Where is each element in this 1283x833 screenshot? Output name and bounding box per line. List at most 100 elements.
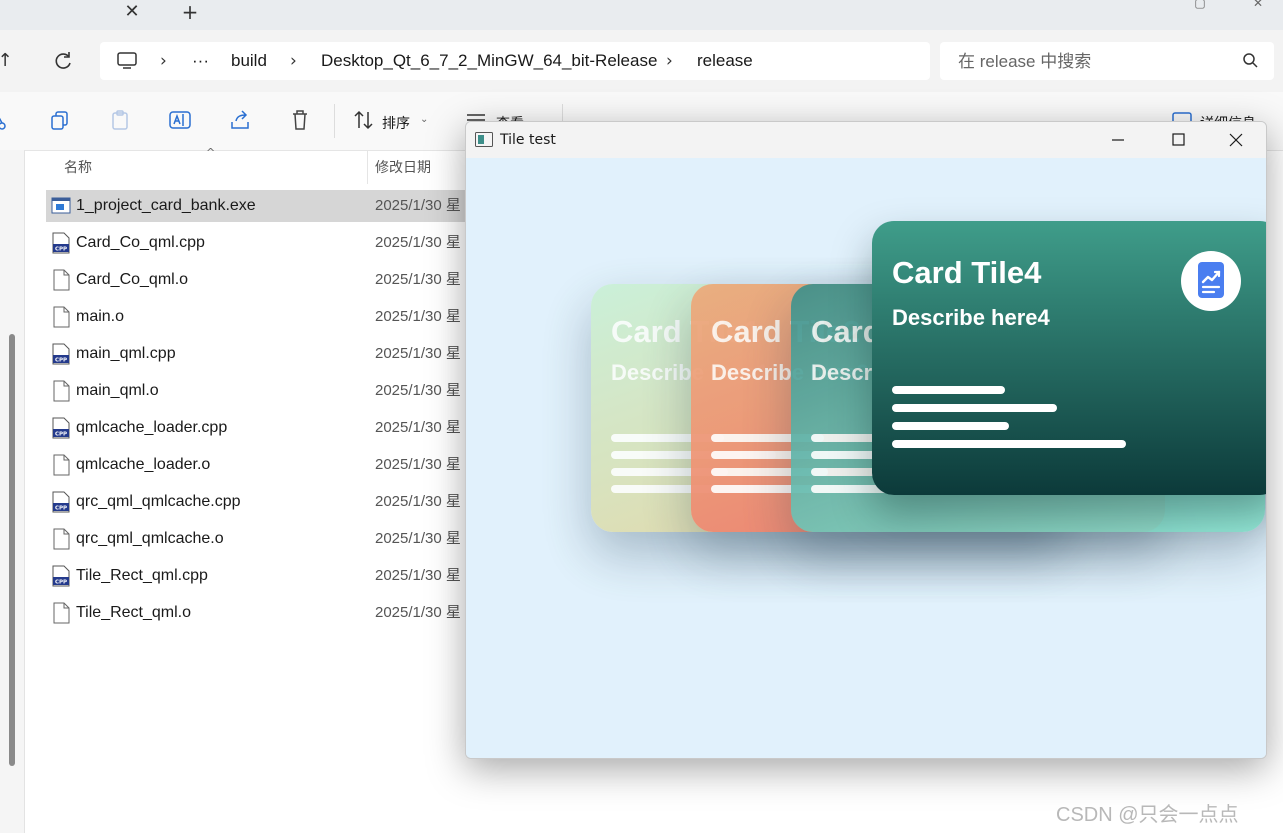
generic-file-icon xyxy=(51,454,71,476)
file-date: 2025/1/30 星 xyxy=(375,197,461,214)
svg-text:CPP: CPP xyxy=(55,432,67,438)
report-chart-icon[interactable] xyxy=(1181,251,1241,311)
file-row[interactable]: qmlcache_loader.o 2025/1/30 星 xyxy=(46,449,468,481)
file-row[interactable]: main_qml.o 2025/1/30 星 xyxy=(46,375,468,407)
sort-button[interactable]: 排序 xyxy=(382,113,410,133)
file-name: Tile_Rect_qml.cpp xyxy=(76,567,208,584)
column-separator[interactable] xyxy=(367,150,368,184)
explorer-maximize-icon[interactable]: ▢ xyxy=(1186,0,1214,9)
file-date: 2025/1/30 星 xyxy=(375,419,461,436)
new-tab-icon[interactable]: + xyxy=(176,0,204,26)
file-row[interactable]: Tile_Rect_qml.o 2025/1/30 星 xyxy=(46,597,468,629)
generic-file-icon xyxy=(51,528,71,550)
refresh-icon[interactable] xyxy=(50,48,76,74)
delete-icon[interactable] xyxy=(288,108,312,132)
svg-text:CPP: CPP xyxy=(55,247,67,253)
file-date: 2025/1/30 星 xyxy=(375,308,461,325)
file-row[interactable]: qrc_qml_qmlcache.o 2025/1/30 星 xyxy=(46,523,468,555)
share-icon[interactable] xyxy=(228,108,252,132)
breadcrumb-build[interactable]: build xyxy=(231,50,267,72)
card-text-line xyxy=(892,440,1126,448)
file-name: Card_Co_qml.o xyxy=(76,271,189,288)
card-description: Describe here4 xyxy=(892,305,1050,330)
file-name: main.o xyxy=(76,308,125,325)
card-text-line xyxy=(892,386,1005,394)
minimize-icon[interactable] xyxy=(1104,128,1132,152)
cpp-file-icon: CPP xyxy=(51,565,71,587)
card-canvas: Card Tile1 Describe here1 Card Tile2 Des… xyxy=(466,158,1266,758)
cpp-file-icon: CPP xyxy=(51,417,71,439)
file-date: 2025/1/30 星 xyxy=(375,382,461,399)
paste-icon[interactable] xyxy=(108,108,132,132)
file-date: 2025/1/30 星 xyxy=(375,345,461,362)
explorer-close-icon[interactable]: ✕ xyxy=(1244,0,1272,9)
watermark: CSDN @只会一点点 xyxy=(1056,804,1239,826)
card-text-line xyxy=(892,404,1057,412)
file-name: main_qml.o xyxy=(76,382,159,399)
svg-text:CPP: CPP xyxy=(55,506,67,512)
toolbar-divider xyxy=(334,104,335,138)
file-name: Tile_Rect_qml.o xyxy=(76,604,192,621)
sort-chevron-icon[interactable]: ⌄ xyxy=(420,114,428,125)
file-name: Card_Co_qml.cpp xyxy=(76,234,205,251)
cpp-file-icon: CPP xyxy=(51,232,71,254)
svg-text:CPP: CPP xyxy=(55,580,67,586)
qt-window-title: Tile test xyxy=(500,132,556,148)
navigation-pane-scrollbar[interactable] xyxy=(9,334,15,766)
cpp-file-icon: CPP xyxy=(51,343,71,365)
file-name: qrc_qml_qmlcache.cpp xyxy=(76,493,241,510)
file-row[interactable]: CPP qmlcache_loader.cpp 2025/1/30 星 xyxy=(46,412,468,444)
file-name: 1_project_card_bank.exe xyxy=(76,197,256,214)
generic-file-icon xyxy=(51,380,71,402)
file-row[interactable]: 1_project_card_bank.exe 2025/1/30 星 xyxy=(46,190,468,222)
tab-close-icon[interactable]: ✕ xyxy=(118,0,146,26)
card-title: Card Tile4 xyxy=(892,255,1042,290)
rename-icon[interactable] xyxy=(168,108,192,132)
file-name: qmlcache_loader.cpp xyxy=(76,419,228,436)
column-header-date[interactable]: 修改日期 xyxy=(375,157,431,177)
generic-file-icon xyxy=(51,269,71,291)
svg-text:CPP: CPP xyxy=(55,358,67,364)
breadcrumb-desktop-qt[interactable]: Desktop_Qt_6_7_2_MinGW_64_bit-Release xyxy=(321,50,657,72)
cut-icon[interactable] xyxy=(0,108,16,132)
breadcrumb-separator: › xyxy=(666,51,673,71)
generic-file-icon xyxy=(51,602,71,624)
file-name: main_qml.cpp xyxy=(76,345,176,362)
file-row[interactable]: main.o 2025/1/30 星 xyxy=(46,301,468,333)
breadcrumb-separator: › xyxy=(160,51,167,71)
file-row[interactable]: CPP Card_Co_qml.cpp 2025/1/30 星 xyxy=(46,227,468,259)
file-date: 2025/1/30 星 xyxy=(375,604,461,621)
file-date: 2025/1/30 星 xyxy=(375,456,461,473)
close-icon[interactable] xyxy=(1222,128,1250,152)
file-date: 2025/1/30 星 xyxy=(375,493,461,510)
up-arrow-icon[interactable]: ↑ xyxy=(0,48,18,74)
file-date: 2025/1/30 星 xyxy=(375,530,461,547)
file-date: 2025/1/30 星 xyxy=(375,567,461,584)
file-name: qmlcache_loader.o xyxy=(76,456,211,473)
card-tile-4[interactable]: Card Tile4 Describe here4 xyxy=(872,221,1266,495)
qt-app-window: Tile test Card Tile1 Describe here1 Card… xyxy=(465,121,1267,759)
file-row[interactable]: Card_Co_qml.o 2025/1/30 星 xyxy=(46,264,468,296)
breadcrumb-release[interactable]: release xyxy=(697,50,753,72)
qt-title-bar[interactable]: Tile test xyxy=(466,122,1266,158)
breadcrumb-separator: › xyxy=(290,51,297,71)
search-icon[interactable] xyxy=(1240,50,1262,72)
search-input[interactable]: 在 release 中搜索 xyxy=(958,51,1091,73)
this-pc-icon[interactable] xyxy=(116,50,138,72)
maximize-icon[interactable] xyxy=(1164,128,1192,152)
file-row[interactable]: CPP main_qml.cpp 2025/1/30 星 xyxy=(46,338,468,370)
sort-icon[interactable] xyxy=(352,108,376,132)
executable-file-icon xyxy=(51,195,71,217)
file-name: qrc_qml_qmlcache.o xyxy=(76,530,224,547)
copy-icon[interactable] xyxy=(48,108,72,132)
breadcrumb-ellipsis[interactable]: ··· xyxy=(192,50,209,72)
generic-file-icon xyxy=(51,306,71,328)
card-text-line xyxy=(892,422,1009,430)
file-date: 2025/1/30 星 xyxy=(375,271,461,288)
file-row[interactable]: CPP Tile_Rect_qml.cpp 2025/1/30 星 xyxy=(46,560,468,592)
qt-app-icon xyxy=(475,132,493,147)
column-header-name[interactable]: 名称 xyxy=(64,157,92,177)
file-date: 2025/1/30 星 xyxy=(375,234,461,251)
cpp-file-icon: CPP xyxy=(51,491,71,513)
file-row[interactable]: CPP qrc_qml_qmlcache.cpp 2025/1/30 星 xyxy=(46,486,468,518)
